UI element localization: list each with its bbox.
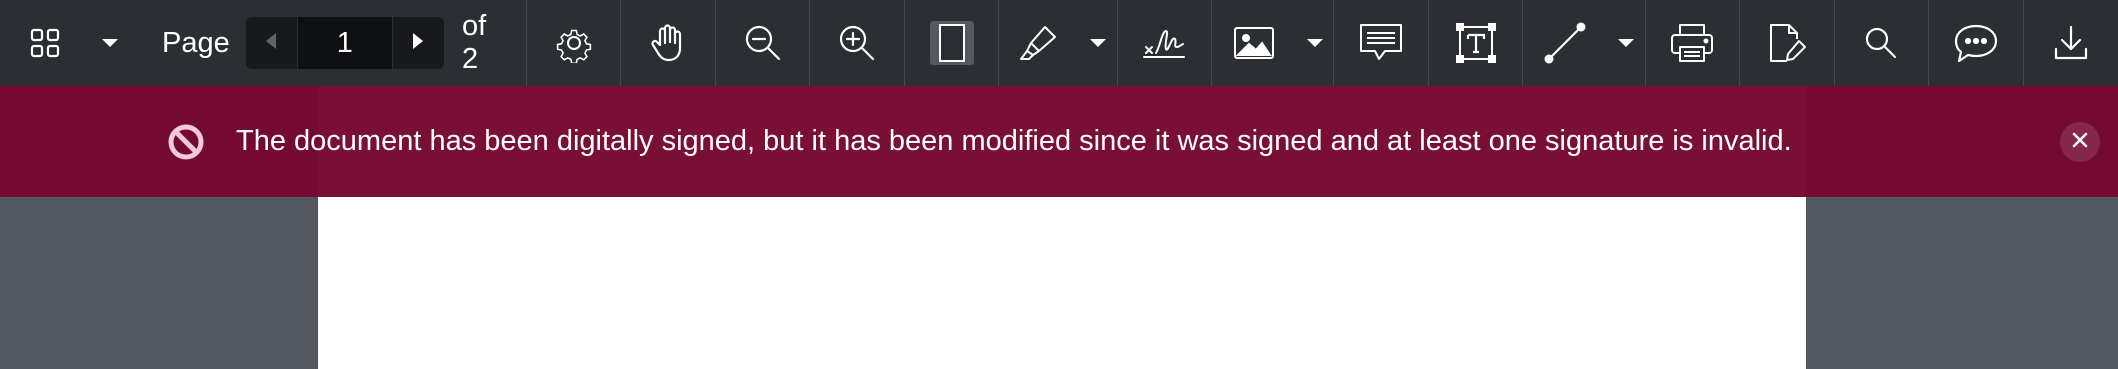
- thumbnails-dropdown[interactable]: [90, 0, 130, 86]
- image-dropdown[interactable]: [1296, 0, 1334, 86]
- previous-page-button[interactable]: [246, 17, 297, 69]
- line-dropdown[interactable]: [1607, 0, 1645, 86]
- thumbnails-button[interactable]: [0, 0, 90, 86]
- caret-down-icon: [101, 37, 119, 49]
- gear-icon: [554, 23, 594, 63]
- edit-document-icon: [1765, 21, 1809, 65]
- edit-document-button[interactable]: [1740, 0, 1833, 86]
- download-button[interactable]: [2024, 0, 2118, 86]
- settings-button[interactable]: [527, 0, 620, 86]
- text-box-button[interactable]: [1429, 0, 1522, 86]
- page-fit-button[interactable]: [905, 0, 998, 86]
- download-icon: [2051, 23, 2091, 63]
- page-fit-icon: [928, 19, 976, 67]
- page-navigation: Page of 2: [154, 0, 526, 86]
- zoom-in-icon: [835, 21, 879, 65]
- signature-icon: [1140, 21, 1188, 65]
- line-button[interactable]: [1523, 0, 1607, 86]
- caret-down-icon: [1089, 37, 1107, 49]
- pan-tool-button[interactable]: [621, 0, 714, 86]
- signature-button[interactable]: [1118, 0, 1211, 86]
- page-label: Page: [162, 26, 230, 59]
- search-button[interactable]: [1835, 0, 1928, 86]
- highlighter-icon: [1017, 21, 1061, 65]
- hand-icon: [646, 21, 690, 65]
- image-button[interactable]: [1212, 0, 1296, 86]
- image-icon: [1232, 24, 1276, 62]
- chat-bubble-icon: [1952, 21, 2000, 65]
- printer-icon: [1668, 21, 1716, 65]
- zoom-in-button[interactable]: [810, 0, 903, 86]
- zoom-out-button[interactable]: [716, 0, 809, 86]
- highlight-button[interactable]: [999, 0, 1079, 86]
- close-icon: [2071, 131, 2089, 154]
- triangle-left-icon: [264, 31, 278, 56]
- triangle-right-icon: [411, 31, 425, 56]
- print-button[interactable]: [1646, 0, 1739, 86]
- grid-icon: [29, 27, 61, 59]
- next-page-button[interactable]: [393, 17, 444, 69]
- caret-down-icon: [1617, 37, 1635, 49]
- signature-warning-banner: The document has been digitally signed, …: [0, 86, 2118, 197]
- comment-button[interactable]: [1334, 0, 1427, 86]
- thumbnails-group: [0, 0, 130, 86]
- search-icon: [1861, 23, 1901, 63]
- caret-down-icon: [1306, 37, 1324, 49]
- zoom-out-icon: [741, 21, 785, 65]
- page-number-input[interactable]: [296, 17, 393, 69]
- no-entry-icon: [166, 122, 206, 167]
- toolbar: Page of 2: [0, 0, 2118, 86]
- page-count-label: of 2: [462, 10, 487, 75]
- comment-box-icon: [1357, 21, 1405, 65]
- line-icon: [1541, 19, 1589, 67]
- highlight-dropdown[interactable]: [1079, 0, 1117, 86]
- banner-close-button[interactable]: [2060, 122, 2100, 162]
- comments-panel-button[interactable]: [1929, 0, 2022, 86]
- pager: [245, 17, 445, 69]
- banner-message: The document has been digitally signed, …: [236, 125, 1792, 157]
- text-box-icon: [1454, 21, 1498, 65]
